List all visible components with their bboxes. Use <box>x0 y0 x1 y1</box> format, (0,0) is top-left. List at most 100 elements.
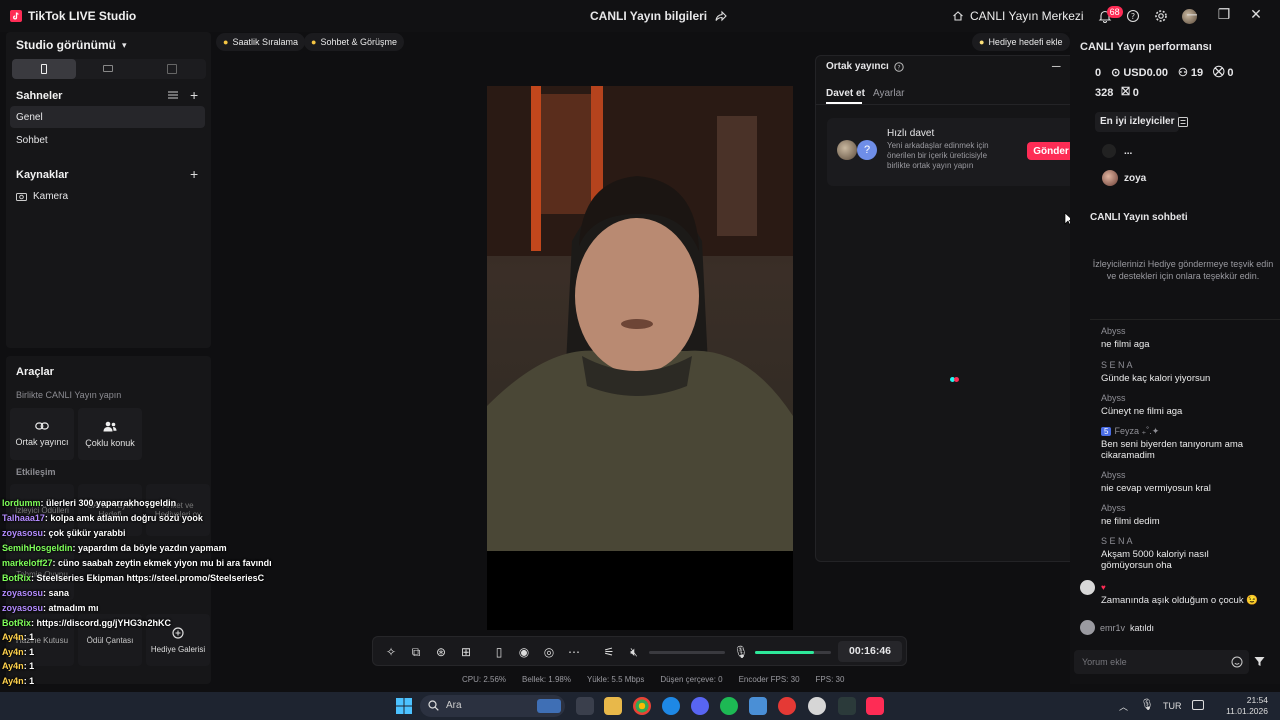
language-indicator[interactable]: TUR <box>1163 701 1182 711</box>
top-viewer-item[interactable]: zoya <box>1102 170 1146 186</box>
effects-icon[interactable]: ⧉ <box>408 644 424 660</box>
minimize-button[interactable]: ─ <box>1183 6 1201 26</box>
chat-meet-chip[interactable]: ● Sohbet & Görüşme <box>304 33 404 51</box>
link-icon <box>35 421 49 431</box>
earnings-stat: ⊙ USD0.00 <box>1111 66 1168 80</box>
poll-tool[interactable]: Anket ve Hediyeleri oy <box>146 484 210 536</box>
help-icon[interactable]: ? <box>1126 9 1140 23</box>
clock-date[interactable]: 11.01.2026 <box>1222 706 1268 716</box>
layout-toggle <box>12 59 206 79</box>
top-viewer-item[interactable]: ... <box>1102 144 1132 158</box>
audio-mixer-icon[interactable]: ⚟ <box>601 644 617 660</box>
cohost-panel: Ortak yayıncı ? ─ ✕ Davet et Ayarlar ? H… <box>815 55 1095 562</box>
list-view-icon[interactable] <box>1178 117 1188 127</box>
viewer-name: zoya <box>1124 172 1147 184</box>
overlay-chat-text: : çok şükür yarabbi <box>43 528 126 538</box>
landscape-layout-button[interactable] <box>76 59 140 79</box>
viewers-value: 19 <box>1190 66 1204 79</box>
top-viewers-tab[interactable]: En iyi izleyiciler <box>1095 112 1180 132</box>
tools-subtitle: Birlikte CANLI Yayın yapın <box>16 390 122 400</box>
overlay-chat-line: markeloff27: cüno saabah zeytin ekmek yi… <box>2 558 272 568</box>
comment-input[interactable]: Yorum ekle <box>1074 650 1249 674</box>
upload-stat: Yükle: 5.5 Mbps <box>586 675 645 684</box>
discord-icon[interactable] <box>691 697 709 715</box>
close-window-button[interactable]: ✕ <box>1247 6 1265 26</box>
tools-title: Araçlar <box>16 366 54 378</box>
overlay-chat-user: Ay4n <box>2 632 24 642</box>
scene-item-sohbet[interactable]: Sohbet <box>10 129 205 151</box>
username-text: Feyza ₊˚.✦ <box>1114 426 1160 436</box>
scene-label: Sohbet <box>16 135 48 146</box>
portrait-layout-button[interactable] <box>12 59 76 79</box>
minimize-panel-icon[interactable]: ─ <box>1052 59 1061 73</box>
viewer-avatar <box>1102 144 1116 158</box>
taskbar-search[interactable]: Ara <box>420 695 565 717</box>
top-viewers-label: En iyi izleyiciler <box>1100 116 1175 127</box>
app-brand: TikTok LIVE Studio <box>10 9 136 23</box>
users-icon: ⚇ <box>1177 67 1188 79</box>
record-icon[interactable]: ◉ <box>516 644 532 660</box>
overlay-chat-user: lordumm <box>2 498 41 508</box>
clock-time[interactable]: 21:54 <box>1230 695 1268 705</box>
tiktok-studio-taskbar-icon[interactable] <box>866 697 884 715</box>
users-icon <box>103 421 117 432</box>
chat-meet-label: Sohbet & Görüşme <box>320 37 397 47</box>
filter-icon[interactable] <box>1254 656 1265 667</box>
overlay-chat-text: : https://discord.gg/jYHG3n2hKC <box>31 618 172 628</box>
multi-guest-tool-button[interactable]: Çoklu konuk <box>78 408 142 460</box>
cohost-tool-button[interactable]: Ortak yayıncı <box>10 408 74 460</box>
scene-item-genel[interactable]: Genel <box>10 106 205 128</box>
dual-layout-button[interactable] <box>140 59 204 79</box>
more-icon[interactable]: ⋯ <box>566 644 582 660</box>
chrome-icon[interactable] <box>633 697 651 715</box>
tab-invite[interactable]: Davet et <box>826 85 865 104</box>
beauty-icon[interactable]: ⊛ <box>433 644 449 660</box>
add-source-icon[interactable]: + <box>190 166 198 182</box>
windows-start-icon[interactable] <box>396 698 412 714</box>
bulb-icon: ● <box>979 37 985 47</box>
live-info-button[interactable]: CANLI Yayın bilgileri <box>590 9 727 23</box>
speaker-volume-slider[interactable] <box>649 651 725 654</box>
tab-settings-label: Ayarlar <box>873 88 905 99</box>
edge-icon[interactable] <box>662 697 680 715</box>
interaction-title: Etkileşim <box>16 467 56 477</box>
mic-volume-slider[interactable] <box>755 651 831 654</box>
screenshot-icon[interactable]: ◎ <box>541 644 557 660</box>
opera-icon[interactable] <box>778 697 796 715</box>
magic-wand-icon[interactable]: ✧ <box>383 644 399 660</box>
gift-goal-chip[interactable]: ● Hediye hedefi ekle <box>972 33 1070 51</box>
studio-view-dropdown[interactable]: Studio görünümü ▾ <box>16 38 127 52</box>
source-item-camera[interactable]: Kamera <box>16 191 68 202</box>
microphone-tray-icon[interactable]: 🎙︎ <box>1140 698 1154 711</box>
hourly-ranking-label: Saatlik Sıralama <box>232 37 298 47</box>
send-invite-button[interactable]: Gönder <box>1027 142 1075 160</box>
overlay-icon[interactable]: ⊞ <box>458 644 474 660</box>
steam-icon[interactable] <box>808 697 826 715</box>
list-icon[interactable] <box>168 90 178 100</box>
file-explorer-icon[interactable] <box>604 697 622 715</box>
overlay-chat-text: : 1 <box>23 661 35 671</box>
overlay-chat-text: : ülerleri 300 yaparrakhoşgeldin <box>40 498 177 508</box>
add-scene-icon[interactable]: + <box>190 87 198 103</box>
tab-settings[interactable]: Ayarlar <box>873 85 905 99</box>
spotify-icon[interactable] <box>720 697 738 715</box>
gear-icon[interactable] <box>1154 9 1168 23</box>
maximize-button[interactable]: ❐ <box>1215 6 1233 26</box>
emoji-icon[interactable] <box>1231 656 1243 668</box>
task-view-icon[interactable] <box>576 697 594 715</box>
terminal-icon[interactable] <box>838 697 856 715</box>
camera-icon <box>16 192 27 201</box>
monitor-icon[interactable] <box>1192 700 1204 710</box>
overlay-chat-user: Ay4n <box>2 661 24 671</box>
phone-icon[interactable]: ▯ <box>491 644 507 660</box>
microphone-icon[interactable]: 🎙︎ <box>733 644 749 660</box>
app-icon[interactable] <box>749 697 767 715</box>
speaker-muted-icon[interactable]: 🔇︎ <box>626 644 642 660</box>
chevron-down-icon: ▾ <box>121 39 127 50</box>
live-center-button[interactable]: CANLI Yayın Merkezi <box>952 9 1084 23</box>
hourly-ranking-chip[interactable]: ● Saatlik Sıralama <box>216 33 305 51</box>
chevron-up-icon[interactable]: ︿ <box>1119 700 1128 713</box>
info-icon[interactable]: ? <box>894 61 904 72</box>
username-text: S E N A <box>1101 360 1133 370</box>
notifications-button[interactable]: 68 <box>1098 6 1123 23</box>
